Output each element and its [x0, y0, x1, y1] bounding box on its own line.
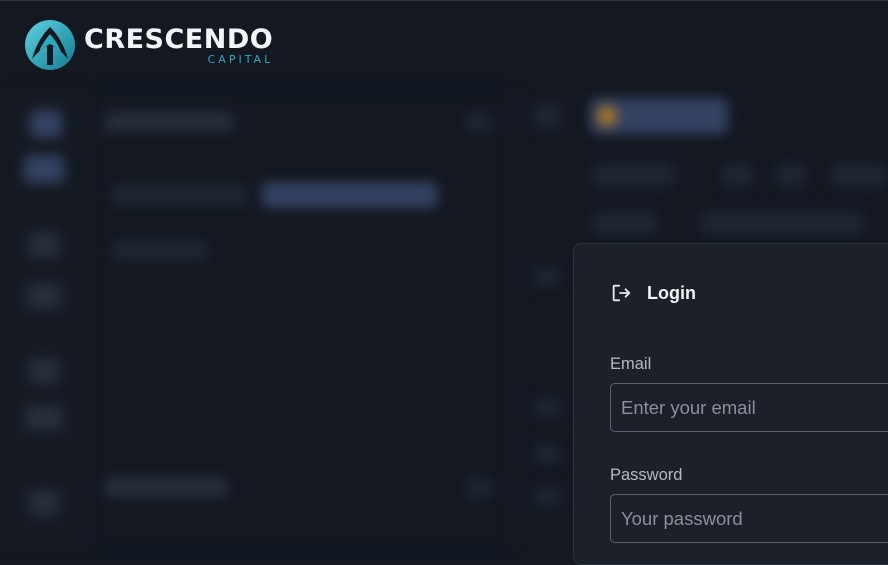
- background-nav-item: [28, 358, 60, 384]
- password-label: Password: [610, 466, 683, 484]
- login-title: Login: [647, 282, 696, 303]
- background-chip: [112, 240, 208, 260]
- background-nav-item: [24, 155, 64, 183]
- background-row: [533, 398, 561, 416]
- background-field: [700, 212, 864, 234]
- background-chip: [262, 182, 438, 208]
- background-coin-icon: [597, 106, 617, 126]
- background-field: [592, 164, 676, 186]
- brand-name: CRESCENDO: [84, 23, 274, 55]
- brand-subtitle: CAPITAL: [207, 52, 274, 66]
- login-modal: Login Email Password: [573, 243, 888, 565]
- background-nav-item: [28, 232, 60, 258]
- password-field[interactable]: [610, 494, 888, 543]
- background-divider: [515, 90, 517, 545]
- background-row: [533, 268, 561, 286]
- background-field: [776, 164, 806, 186]
- background-nav-item: [30, 110, 62, 138]
- background-nav-item: [28, 490, 60, 516]
- background-field: [830, 164, 888, 186]
- background-row: [533, 445, 561, 463]
- background-heading: [104, 477, 228, 497]
- background-icon: [533, 104, 561, 128]
- background-field: [592, 212, 658, 234]
- background-row: [533, 488, 561, 506]
- crescendo-wing-logo-icon: [25, 20, 75, 70]
- background-icon: [466, 478, 492, 498]
- login-arrow-icon: [612, 284, 631, 302]
- email-label: Email: [610, 355, 652, 373]
- background-nav-item: [26, 283, 62, 309]
- background-heading: [104, 112, 234, 132]
- background-chip: [112, 184, 247, 206]
- background-field: [722, 164, 754, 186]
- login-modal-header: Login: [610, 282, 696, 304]
- background-icon: [466, 112, 492, 132]
- background-nav-item: [24, 405, 64, 431]
- email-field[interactable]: [610, 383, 888, 432]
- app-logo: CRESCENDO CAPITAL: [24, 18, 273, 72]
